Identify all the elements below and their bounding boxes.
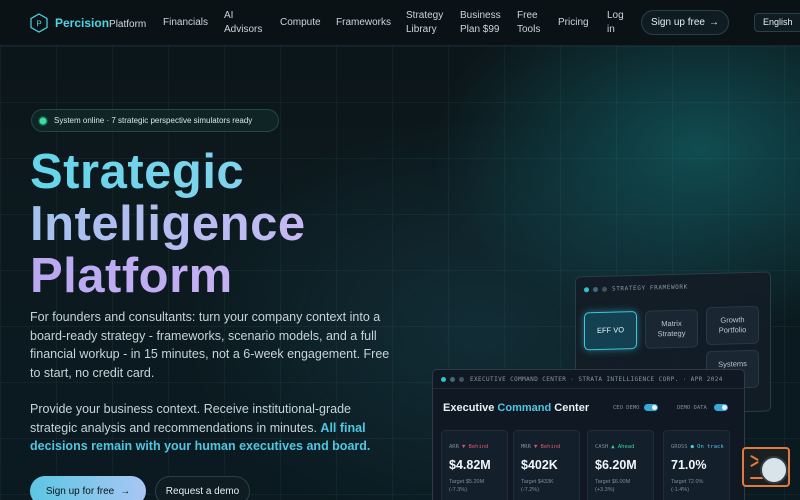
kpi-target: Target $433K (-7.2%) xyxy=(521,479,554,493)
kpi-value: $6.20M xyxy=(595,458,637,472)
kpi-value: $402K xyxy=(521,458,558,472)
kpi-label: MRR ▼ Behind xyxy=(521,444,560,450)
top-navigation: P PercisionPlatform Financials AI Adviso… xyxy=(0,0,800,46)
window-dots-icon xyxy=(584,286,607,293)
strategy-framework-title: STRATEGY FRAMEWORK xyxy=(612,283,688,293)
nav-link-financials[interactable]: Financials xyxy=(163,16,208,30)
svg-text:P: P xyxy=(36,20,41,29)
hero-title-line2: Intelligence xyxy=(30,197,306,251)
kpi-card-cash[interactable]: CASH ▲ Ahead $6.20M Target $6.00M (+3.3%) xyxy=(587,430,654,500)
kpi-card-arr[interactable]: ARR ▼ Behind $4.82M Target $5.20M (-7.3%) xyxy=(441,430,508,500)
window-dots-icon xyxy=(441,377,464,382)
hero-title-line1: Strategic xyxy=(30,146,306,198)
ceo-demo-label: CEO DEMO xyxy=(613,405,640,411)
hero-lead-secondary: Provide your business context. Receive i… xyxy=(30,400,390,456)
kpi-status: ▲ Ahead xyxy=(611,444,635,450)
kpi-status: ● On track xyxy=(690,444,724,450)
kpi-value: $4.82M xyxy=(449,458,491,472)
executive-command-center-card: EXECUTIVE COMMAND CENTER · STRATA INTELL… xyxy=(432,369,745,500)
command-center-titlebar: EXECUTIVE COMMAND CENTER · STRATA INTELL… xyxy=(433,370,744,389)
nav-link-strategy-library[interactable]: Strategy Library xyxy=(406,9,443,37)
request-demo-button[interactable]: Request a demo xyxy=(155,476,250,500)
nav-link-login[interactable]: Log in xyxy=(607,9,624,37)
kpi-card-gross[interactable]: GROSS ● On track 71.0% Target 72.0% (-1.4… xyxy=(663,430,730,500)
nav-link-frameworks[interactable]: Frameworks xyxy=(336,16,391,30)
kpi-card-mrr[interactable]: MRR ▼ Behind $402K Target $433K (-7.2%) xyxy=(513,430,580,500)
kpi-name: ARR xyxy=(449,444,459,450)
signup-free-label: Sign up for free xyxy=(45,485,115,497)
kpi-name: MRR xyxy=(521,444,531,450)
framework-cell[interactable]: EFF VO xyxy=(584,310,637,351)
kpi-label: ARR ▼ Behind xyxy=(449,444,488,450)
nav-link-business-plan[interactable]: Business Plan $99 xyxy=(460,9,501,37)
framework-cell[interactable]: Matrix Strategy xyxy=(645,309,698,349)
status-text: System online · 7 strategic perspective … xyxy=(54,116,253,125)
kpi-name: GROSS xyxy=(671,444,688,450)
command-center-title-accent: Command xyxy=(497,402,552,414)
command-center-title-part3: Center xyxy=(551,402,590,414)
kpi-target: Target $6.00M (+3.3%) xyxy=(595,479,631,493)
language-selector[interactable]: English xyxy=(754,13,800,32)
command-center-title: Executive Command Center xyxy=(443,402,589,414)
nav-link-free-tools[interactable]: Free Tools xyxy=(517,9,540,37)
ceo-demo-toggle[interactable] xyxy=(644,404,658,411)
hero-lead: For founders and consultants: turn your … xyxy=(30,310,390,380)
brand-name[interactable]: PercisionPlatform xyxy=(55,16,146,30)
nav-signup-label: Sign up free xyxy=(651,17,705,28)
globe-icon[interactable] xyxy=(760,456,788,484)
brand-label: Percision xyxy=(55,16,110,30)
system-status-badge: System online · 7 strategic perspective … xyxy=(31,109,279,132)
status-online-icon xyxy=(38,115,48,126)
command-center-header: EXECUTIVE COMMAND CENTER · STRATA INTELL… xyxy=(470,376,723,383)
framework-cell[interactable]: Growth Portfolio xyxy=(706,305,759,346)
kpi-target: Target 72.0% (-1.4%) xyxy=(671,479,704,493)
brand-suffix: Platform xyxy=(109,19,147,30)
kpi-status: ▼ Behind xyxy=(533,444,561,450)
command-center-title-part1: Executive xyxy=(443,402,498,414)
nav-link-ai-advisors[interactable]: AI Advisors xyxy=(224,9,262,37)
nav-signup-button[interactable]: Sign up free → xyxy=(641,10,729,35)
kpi-label: CASH ▲ Ahead xyxy=(595,444,634,450)
nav-link-pricing[interactable]: Pricing xyxy=(558,16,589,30)
nav-link-compute[interactable]: Compute xyxy=(280,16,321,30)
kpi-target: Target $5.20M (-7.3%) xyxy=(449,479,485,493)
kpi-status: ▼ Behind xyxy=(461,444,489,450)
demo-data-label: DEMO DATA xyxy=(677,405,707,411)
demo-data-toggle[interactable] xyxy=(714,404,728,411)
kpi-label: GROSS ● On track xyxy=(671,444,724,450)
hero-lead-secondary-text: Provide your business context. Receive i… xyxy=(30,402,352,435)
logo-icon[interactable]: P xyxy=(30,13,48,33)
kpi-name: CASH xyxy=(595,444,609,450)
kpi-value: 71.0% xyxy=(671,458,707,472)
arrow-right-icon: → xyxy=(708,17,719,28)
hero-title-line3: Platform xyxy=(30,250,306,302)
signup-free-button[interactable]: Sign up for free → xyxy=(30,476,146,500)
arrow-right-icon: → xyxy=(120,485,131,497)
hero-title: Strategic Intelligence Platform xyxy=(30,146,306,302)
